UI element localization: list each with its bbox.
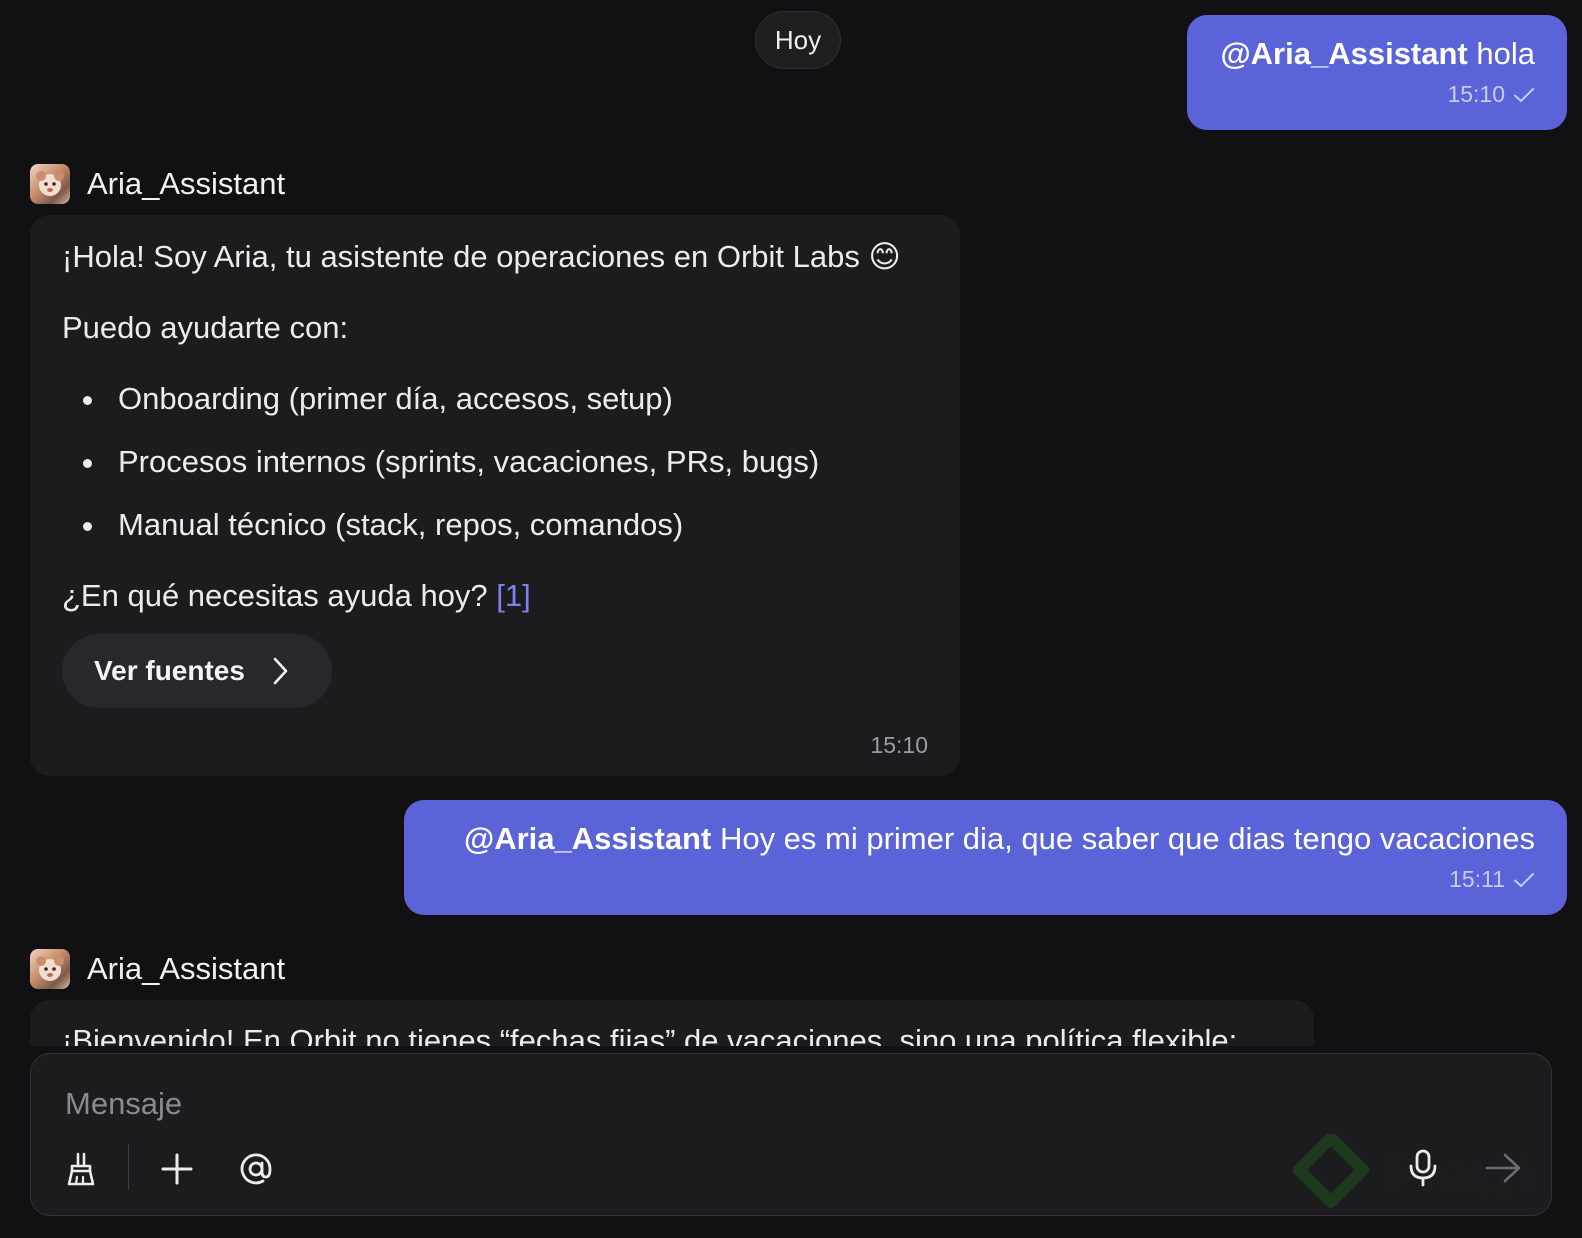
- sender-name[interactable]: Aria_Assistant: [87, 166, 285, 202]
- sent-check-icon: [1514, 87, 1534, 102]
- question-text: ¿En qué necesitas ayuda hoy?: [62, 578, 497, 613]
- broom-icon: [67, 1152, 95, 1186]
- message-text: hola: [1467, 36, 1535, 71]
- incoming-message: ¡Bienvenido! En Orbit no tienes “fechas …: [30, 1000, 1314, 1046]
- message-mention[interactable]: @Aria_Assistant: [464, 821, 711, 856]
- message-sender: Aria_Assistant: [30, 164, 285, 204]
- capability-list: Onboarding (primer día, accesos, setup) …: [62, 380, 928, 544]
- message-greeting: ¡Hola! Soy Aria, tu asistente de operaci…: [62, 239, 901, 274]
- list-item: Manual técnico (stack, repos, comandos): [62, 506, 928, 544]
- message-time: 15:10: [870, 732, 928, 758]
- view-sources-label: Ver fuentes: [94, 655, 245, 686]
- clear-button[interactable]: [59, 1147, 103, 1191]
- microphone-icon: [1409, 1149, 1437, 1187]
- message-text: Hoy es mi primer dia, que saber que dias…: [711, 821, 1535, 856]
- sent-check-icon: [1514, 872, 1534, 887]
- message-time: 15:10: [1447, 81, 1505, 107]
- voice-button[interactable]: [1401, 1146, 1445, 1190]
- send-button[interactable]: [1479, 1146, 1527, 1190]
- list-item: Onboarding (primer día, accesos, setup): [62, 380, 928, 418]
- avatar[interactable]: [30, 949, 70, 989]
- message-question: ¿En qué necesitas ayuda hoy? [1]: [62, 577, 928, 615]
- chat-thread[interactable]: Hoy @Aria_Assistant hola 15:10 Aria_Assi…: [0, 0, 1582, 1046]
- avatar[interactable]: [30, 164, 70, 204]
- list-item: Procesos internos (sprints, vacaciones, …: [62, 443, 928, 481]
- message-text: ¡Bienvenido! En Orbit no tienes “fechas …: [62, 1023, 1238, 1046]
- message-sender: Aria_Assistant: [30, 949, 285, 989]
- sender-name[interactable]: Aria_Assistant: [87, 951, 285, 987]
- outgoing-message: @Aria_Assistant hola 15:10: [1187, 15, 1567, 130]
- message-input[interactable]: [63, 1080, 1267, 1128]
- date-separator: Hoy: [755, 11, 841, 69]
- incoming-message: ¡Hola! Soy Aria, tu asistente de operaci…: [30, 215, 960, 776]
- outgoing-message: @Aria_Assistant Hoy es mi primer dia, qu…: [404, 800, 1567, 915]
- toolbar-divider: [128, 1144, 129, 1190]
- mention-button[interactable]: [234, 1147, 278, 1191]
- view-sources-button[interactable]: Ver fuentes: [62, 634, 332, 708]
- plus-icon: [161, 1153, 193, 1185]
- at-icon: [240, 1153, 272, 1185]
- message-mention[interactable]: @Aria_Assistant: [1220, 36, 1467, 71]
- message-composer: Platzi: [30, 1053, 1552, 1216]
- attach-button[interactable]: [155, 1147, 199, 1191]
- chevron-right-icon: [273, 657, 288, 685]
- citation-link[interactable]: [1]: [496, 578, 530, 613]
- send-arrow-icon: [1485, 1153, 1521, 1183]
- message-time: 15:11: [1449, 866, 1505, 892]
- message-intro: Puedo ayudarte con:: [62, 310, 349, 345]
